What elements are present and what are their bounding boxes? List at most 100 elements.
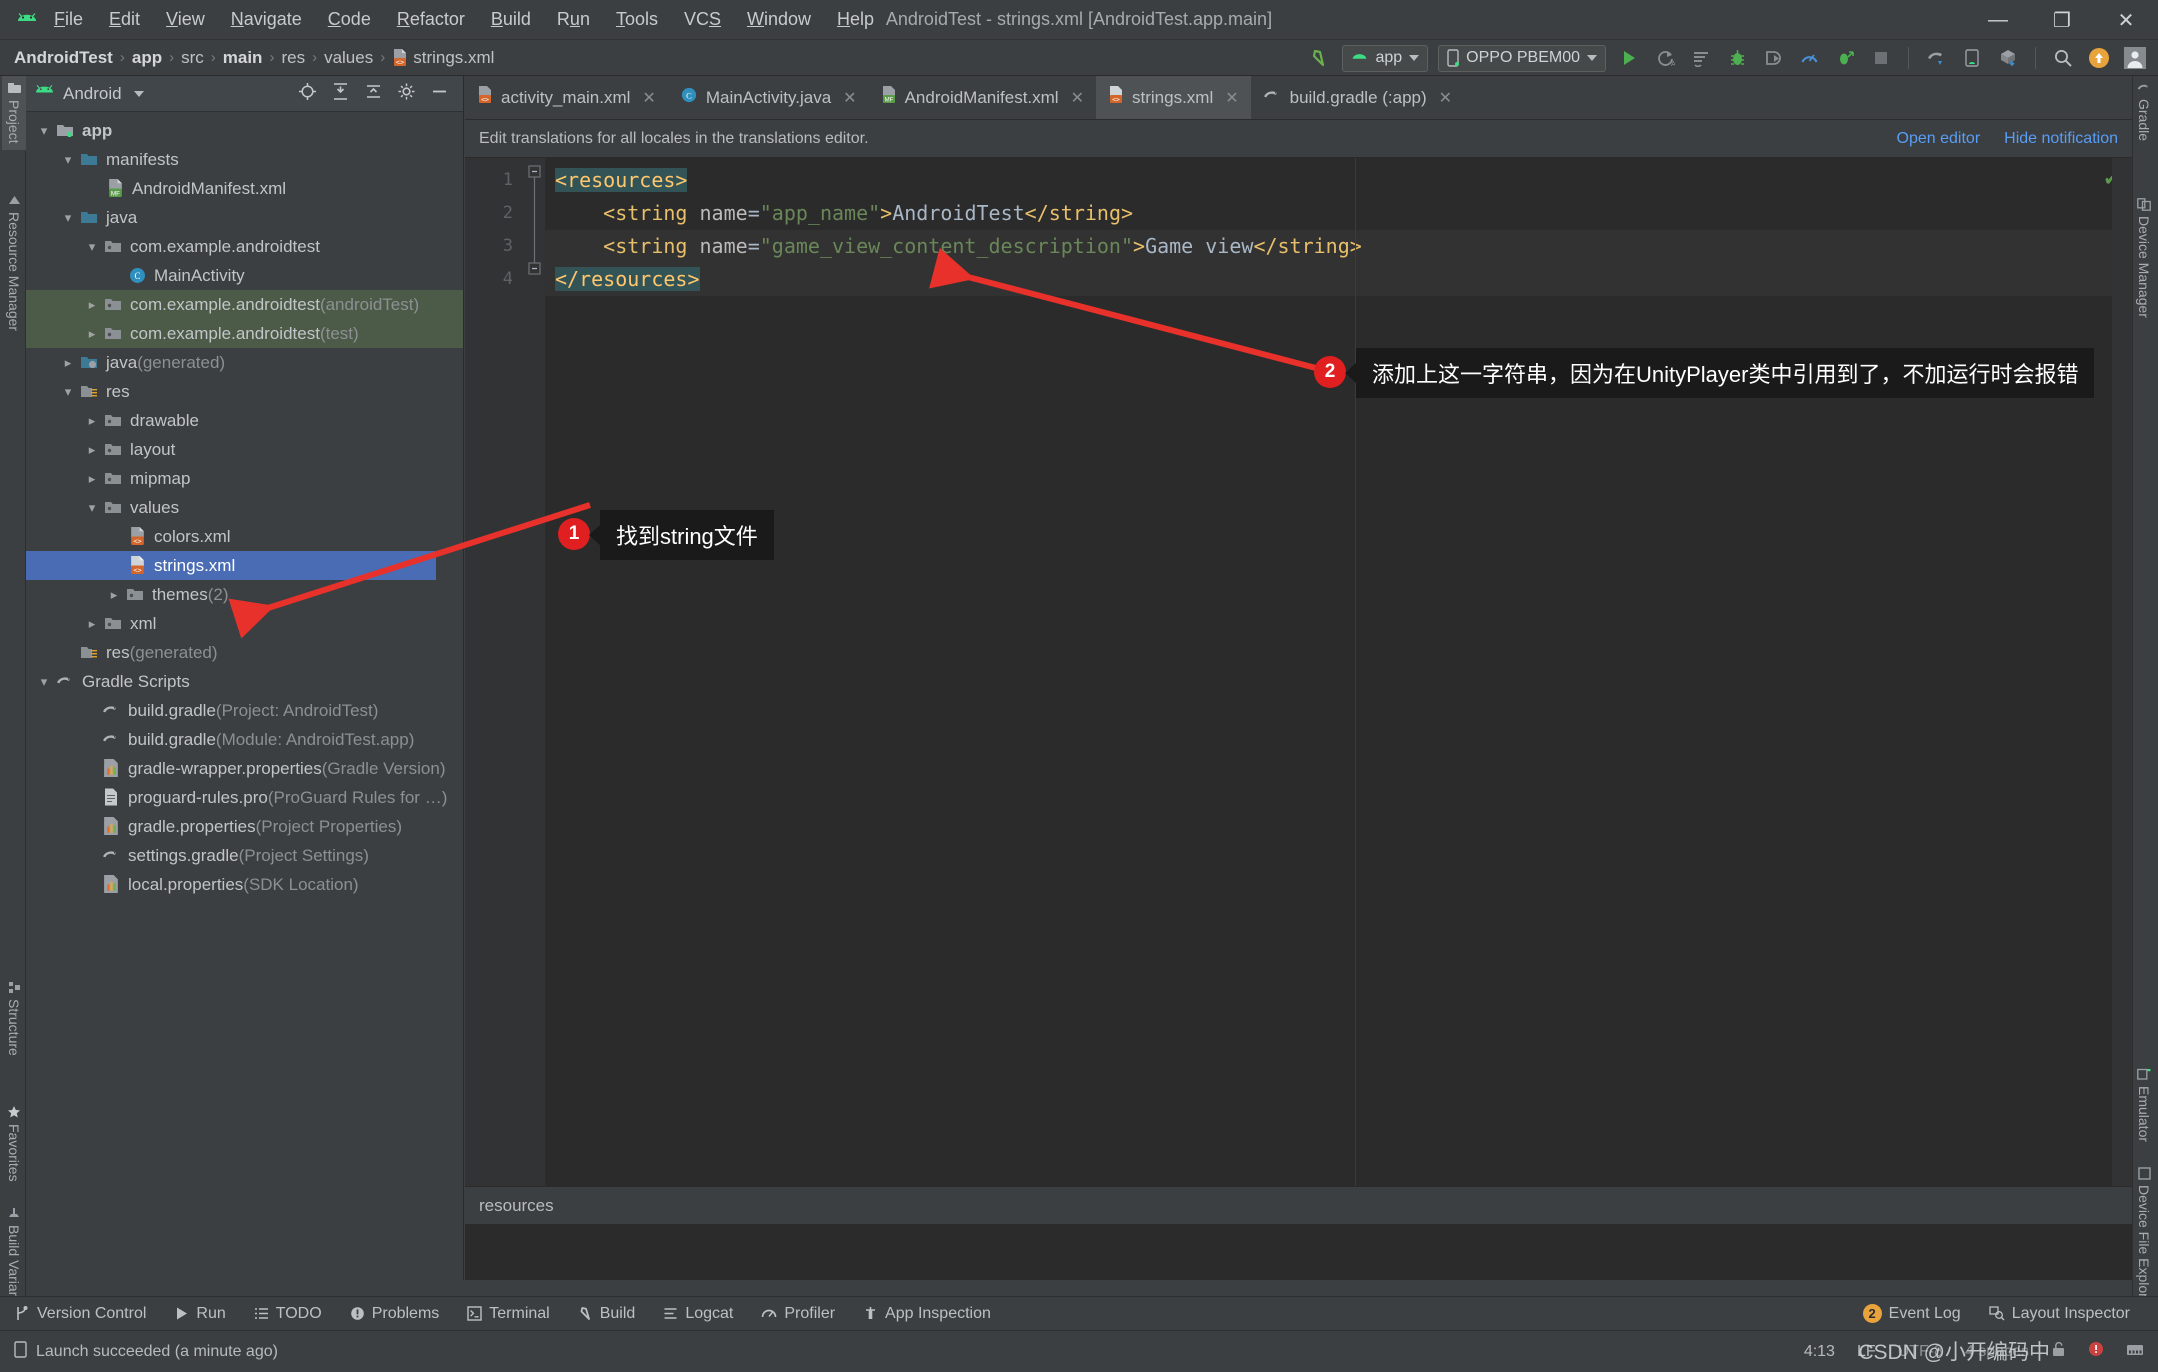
code-folding-gutter[interactable] bbox=[523, 158, 545, 1186]
tree-node-java-generated[interactable]: ▸ java (generated) bbox=[26, 348, 463, 377]
tool-window-button-device-manager[interactable]: Device Manager bbox=[2132, 192, 2156, 324]
gradle-sync-icon[interactable] bbox=[1923, 45, 1949, 71]
tool-window-button-layout-inspector[interactable]: Layout Inspector bbox=[1975, 1305, 2144, 1323]
editor-tab-strings-xml[interactable]: <> strings.xml ✕ bbox=[1096, 76, 1251, 119]
tool-window-button-event-log[interactable]: 2 Event Log bbox=[1849, 1304, 1975, 1323]
menu-item-tools[interactable]: Tools bbox=[614, 7, 660, 32]
chevron-right-icon[interactable]: ▸ bbox=[82, 471, 102, 487]
chevron-right-icon[interactable]: ▸ bbox=[82, 326, 102, 342]
close-icon[interactable]: ✕ bbox=[843, 88, 856, 108]
tool-window-button-version-control[interactable]: Version Control bbox=[0, 1305, 160, 1323]
chevron-right-icon[interactable]: ▸ bbox=[82, 297, 102, 313]
expand-all-icon[interactable] bbox=[331, 82, 350, 106]
breadcrumb-item-project[interactable]: AndroidTest bbox=[14, 48, 113, 68]
code-line-1[interactable]: <resources> bbox=[545, 164, 2132, 197]
chevron-down-icon[interactable]: ▾ bbox=[58, 152, 78, 168]
tree-node-settings-gradle[interactable]: settings.gradle (Project Settings) bbox=[26, 841, 463, 870]
tool-window-button-favorites[interactable]: Favorites bbox=[2, 1099, 26, 1188]
update-icon[interactable] bbox=[2086, 45, 2112, 71]
tree-node-proguard-rules-pro[interactable]: proguard-rules.pro (ProGuard Rules for …… bbox=[26, 783, 463, 812]
right-tool-strip[interactable]: Gradle Device Manager Emulator Device Fi… bbox=[2132, 76, 2158, 1316]
back-arrow-icon[interactable] bbox=[1306, 45, 1332, 71]
run-icon[interactable] bbox=[1616, 45, 1642, 71]
chevron-down-icon[interactable]: ▾ bbox=[82, 239, 102, 255]
project-tree[interactable]: ▾ app ▾ manifests MF AndroidManifest.xml… bbox=[26, 112, 463, 899]
open-editor-link[interactable]: Open editor bbox=[1897, 130, 1981, 148]
menu-item-edit[interactable]: Edit bbox=[107, 7, 142, 32]
unlocked-icon[interactable] bbox=[2051, 1341, 2066, 1362]
menu-item-code[interactable]: Code bbox=[326, 7, 373, 32]
maximize-button[interactable]: ❐ bbox=[2030, 0, 2094, 40]
tree-node-xml-folder[interactable]: ▸ xml bbox=[26, 609, 463, 638]
breadcrumb-item-res[interactable]: res bbox=[281, 48, 305, 68]
breadcrumb-item-app[interactable]: app bbox=[132, 48, 162, 68]
chevron-down-icon[interactable]: ▾ bbox=[34, 674, 54, 690]
tree-node-package-androidtest[interactable]: ▾ com.example.androidtest bbox=[26, 232, 463, 261]
menu-item-file[interactable]: File bbox=[52, 7, 85, 32]
menu-item-refactor[interactable]: Refactor bbox=[395, 7, 467, 32]
tree-node-res-generated[interactable]: res (generated) bbox=[26, 638, 463, 667]
close-icon[interactable]: ✕ bbox=[1439, 88, 1452, 108]
main-toolbar[interactable]: app OPPO PBEM00 A bbox=[1306, 40, 2158, 76]
tree-node-gradle-wrapper-properties[interactable]: gradle-wrapper.properties (Gradle Versio… bbox=[26, 754, 463, 783]
debug-icon[interactable] bbox=[1724, 45, 1750, 71]
editor-tab-build-gradle-app[interactable]: build.gradle (:app) ✕ bbox=[1251, 76, 1464, 119]
tree-node-themes[interactable]: ▸ themes (2) bbox=[26, 580, 463, 609]
code-editor[interactable]: 1 2 3 4 <resources> <string name="app_na… bbox=[465, 158, 2132, 1186]
menu-item-run[interactable]: Run bbox=[555, 7, 592, 32]
chevron-down-icon[interactable]: ▾ bbox=[34, 123, 54, 139]
tree-node-package-androidtest-variant[interactable]: ▸ com.example.androidtest (androidTest) bbox=[26, 290, 463, 319]
tool-window-button-build[interactable]: Build bbox=[564, 1305, 650, 1323]
chevron-right-icon[interactable]: ▸ bbox=[82, 442, 102, 458]
editor-tab-activity-main-xml[interactable]: <> activity_main.xml ✕ bbox=[465, 76, 668, 119]
project-view-selector-label[interactable]: Android bbox=[63, 84, 122, 104]
tree-node-androidmanifest-xml[interactable]: MF AndroidManifest.xml bbox=[26, 174, 463, 203]
tool-window-button-logcat[interactable]: Logcat bbox=[649, 1305, 747, 1323]
breadcrumb-item-values[interactable]: values bbox=[324, 48, 373, 68]
tree-node-values[interactable]: ▾ values bbox=[26, 493, 463, 522]
hide-notification-link[interactable]: Hide notification bbox=[2004, 130, 2118, 148]
settings-gear-icon[interactable] bbox=[397, 82, 416, 106]
tree-node-java[interactable]: ▾ java bbox=[26, 203, 463, 232]
tool-window-button-resource-manager[interactable]: Resource Manager bbox=[2, 188, 26, 337]
tree-node-gradle-properties[interactable]: gradle.properties (Project Properties) bbox=[26, 812, 463, 841]
chevron-right-icon[interactable]: ▸ bbox=[58, 355, 78, 371]
tool-window-button-project[interactable]: Project bbox=[2, 76, 26, 150]
tree-node-gradle-scripts[interactable]: ▾ Gradle Scripts bbox=[26, 667, 463, 696]
profiler-icon[interactable] bbox=[1796, 45, 1822, 71]
editor-tab-androidmanifest-xml[interactable]: MF AndroidManifest.xml ✕ bbox=[869, 76, 1096, 119]
tool-window-button-gradle[interactable]: Gradle bbox=[2132, 76, 2156, 147]
tree-node-local-properties[interactable]: local.properties (SDK Location) bbox=[26, 870, 463, 899]
collapse-all-icon[interactable] bbox=[364, 82, 383, 106]
close-icon[interactable]: ✕ bbox=[642, 88, 655, 108]
window-controls[interactable]: — ❐ ✕ bbox=[1966, 0, 2158, 40]
device-selector[interactable]: OPPO PBEM00 bbox=[1438, 44, 1606, 72]
tool-window-button-device-file-explorer[interactable]: Device File Explorer bbox=[2132, 1161, 2156, 1316]
editor-tab-bar[interactable]: <> activity_main.xml ✕ C MainActivity.ja… bbox=[465, 76, 2132, 120]
tool-window-button-todo[interactable]: TODO bbox=[240, 1305, 336, 1323]
chevron-right-icon[interactable]: ▸ bbox=[104, 587, 124, 603]
caret-position[interactable]: 4:13 bbox=[1804, 1343, 1835, 1361]
avatar-icon[interactable] bbox=[2122, 45, 2148, 71]
apply-changes-icon[interactable] bbox=[1688, 45, 1714, 71]
avd-manager-icon[interactable] bbox=[1959, 45, 1985, 71]
search-everywhere-icon[interactable] bbox=[2050, 45, 2076, 71]
close-icon[interactable]: ✕ bbox=[1071, 88, 1084, 108]
notification-bell-icon[interactable] bbox=[2088, 1341, 2104, 1362]
breadcrumb[interactable]: AndroidTest › app › src › main › res › v… bbox=[14, 48, 494, 68]
chevron-down-icon[interactable]: ▾ bbox=[58, 210, 78, 226]
code-line-2[interactable]: <string name="app_name">AndroidTest</str… bbox=[545, 197, 2132, 230]
left-tool-strip[interactable]: Project Resource Manager Structure Favor… bbox=[0, 76, 26, 1316]
tool-window-button-terminal[interactable]: Terminal bbox=[453, 1305, 563, 1323]
main-menu-bar[interactable]: File Edit View Navigate Code Refactor Bu… bbox=[52, 7, 876, 32]
editor-breadcrumb[interactable]: resources bbox=[465, 1186, 2132, 1224]
menu-item-vcs[interactable]: VCS bbox=[682, 7, 723, 32]
tree-node-package-test-variant[interactable]: ▸ com.example.androidtest (test) bbox=[26, 319, 463, 348]
close-icon[interactable]: ✕ bbox=[1225, 88, 1238, 108]
chevron-right-icon[interactable]: ▸ bbox=[82, 616, 102, 632]
menu-item-window[interactable]: Window bbox=[745, 7, 813, 32]
breadcrumb-item-main[interactable]: main bbox=[223, 48, 263, 68]
chevron-down-icon[interactable] bbox=[133, 90, 144, 97]
tree-node-app[interactable]: ▾ app bbox=[26, 116, 463, 145]
tree-node-mainactivity[interactable]: C MainActivity bbox=[26, 261, 463, 290]
